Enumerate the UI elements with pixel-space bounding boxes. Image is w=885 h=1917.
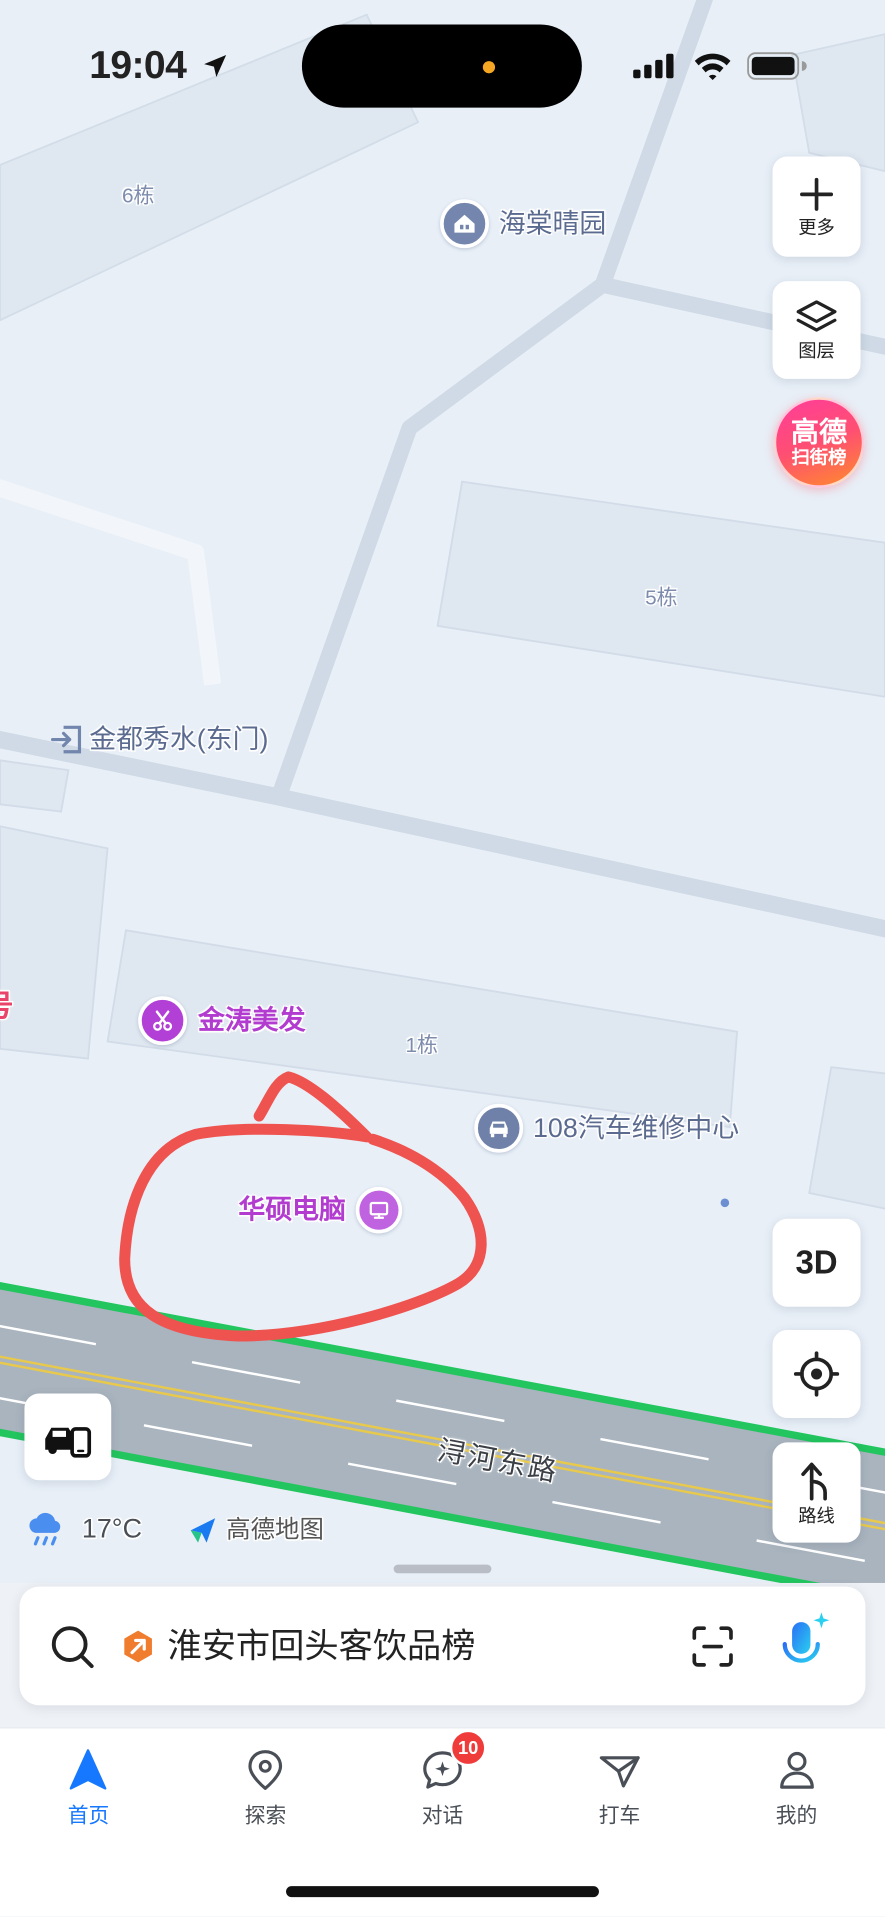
microphone-icon[interactable] <box>771 1610 835 1678</box>
computer-icon[interactable] <box>355 1186 403 1234</box>
tab-label: 打车 <box>598 1804 641 1828</box>
tab-label: 我的 <box>775 1804 818 1828</box>
search-icon[interactable] <box>48 1622 97 1671</box>
ranking-badge-button[interactable]: 高德 扫街榜 <box>773 397 865 488</box>
building-label: 6栋 <box>121 183 155 208</box>
person-icon <box>773 1747 819 1793</box>
layers-button[interactable]: 图层 <box>772 281 861 379</box>
poi-label[interactable]: 金涛美发 <box>198 1005 306 1037</box>
unread-count-badge: 10 <box>449 1729 487 1767</box>
location-pin-icon <box>242 1747 288 1793</box>
tab-label: 对话 <box>421 1804 464 1828</box>
battery-icon <box>747 52 807 80</box>
residential-icon[interactable] <box>440 199 489 249</box>
location-arrow-icon <box>204 55 227 78</box>
poi-label[interactable]: 海棠晴园 <box>499 208 607 240</box>
dynamic-island <box>301 24 582 108</box>
chat-bubble-icon: 10 <box>419 1729 487 1793</box>
app-screen: 6栋 5栋 1栋 海棠晴园 金都秀水(东门) 金涛美发 108汽车维修中心 华硕… <box>0 0 885 1917</box>
tab-home[interactable]: 首页 <box>0 1728 177 1916</box>
brand-name: 高德地图 <box>226 1516 324 1544</box>
poi-label[interactable]: 金都秀水(东门) <box>89 724 268 756</box>
map-dot <box>720 1198 730 1208</box>
building-small <box>0 759 70 813</box>
more-button[interactable]: 更多 <box>772 156 861 257</box>
privacy-indicator-dot <box>482 61 496 74</box>
building-left <box>0 825 109 1060</box>
scissors-icon[interactable] <box>138 996 188 1046</box>
car-mode-button[interactable] <box>24 1393 112 1481</box>
search-input[interactable] <box>167 1615 657 1678</box>
building-label: 1栋 <box>405 1033 438 1057</box>
building-label: 5栋 <box>645 586 678 610</box>
route-button[interactable]: 路线 <box>772 1442 861 1543</box>
view-3d-button[interactable]: 3D <box>772 1218 861 1307</box>
status-time: 19:04 <box>89 42 187 87</box>
tab-profile[interactable]: 我的 <box>708 1728 885 1916</box>
weather-temperature[interactable]: 17°C <box>82 1513 142 1545</box>
crosshair-icon <box>793 1351 840 1397</box>
taxi-icon <box>596 1747 642 1793</box>
route-icon <box>801 1461 827 1500</box>
layers-label: 图层 <box>798 340 835 362</box>
ranking-badge-title: 高德 <box>790 414 848 447</box>
sheet-drag-handle[interactable] <box>393 1564 492 1574</box>
home-indicator[interactable] <box>286 1886 599 1898</box>
hexagon-arrow-icon <box>124 1630 152 1663</box>
wifi-icon <box>694 53 731 81</box>
ranking-badge-subtitle: 扫街榜 <box>791 446 847 468</box>
edge-poi-label[interactable]: 号 <box>0 982 13 1025</box>
entrance-icon[interactable] <box>50 724 84 756</box>
layers-icon <box>796 299 837 332</box>
poi-label[interactable]: 华硕电脑 <box>238 1194 346 1226</box>
poi-label[interactable]: 108汽车维修中心 <box>533 1112 739 1144</box>
amap-logo-icon <box>190 1518 216 1543</box>
cellular-signal-icon <box>633 53 674 79</box>
car-icon[interactable] <box>474 1103 524 1153</box>
scan-icon[interactable] <box>688 1622 737 1671</box>
car-phone-icon <box>44 1426 91 1458</box>
view-3d-label: 3D <box>795 1243 838 1281</box>
tab-label: 探索 <box>244 1804 287 1828</box>
rain-cloud-icon <box>29 1512 61 1546</box>
plus-icon <box>800 177 834 211</box>
more-label: 更多 <box>798 216 835 238</box>
navigation-arrow-icon <box>65 1747 111 1793</box>
route-label: 路线 <box>798 1505 835 1527</box>
locate-button[interactable] <box>772 1329 861 1418</box>
tab-label: 首页 <box>67 1804 110 1828</box>
